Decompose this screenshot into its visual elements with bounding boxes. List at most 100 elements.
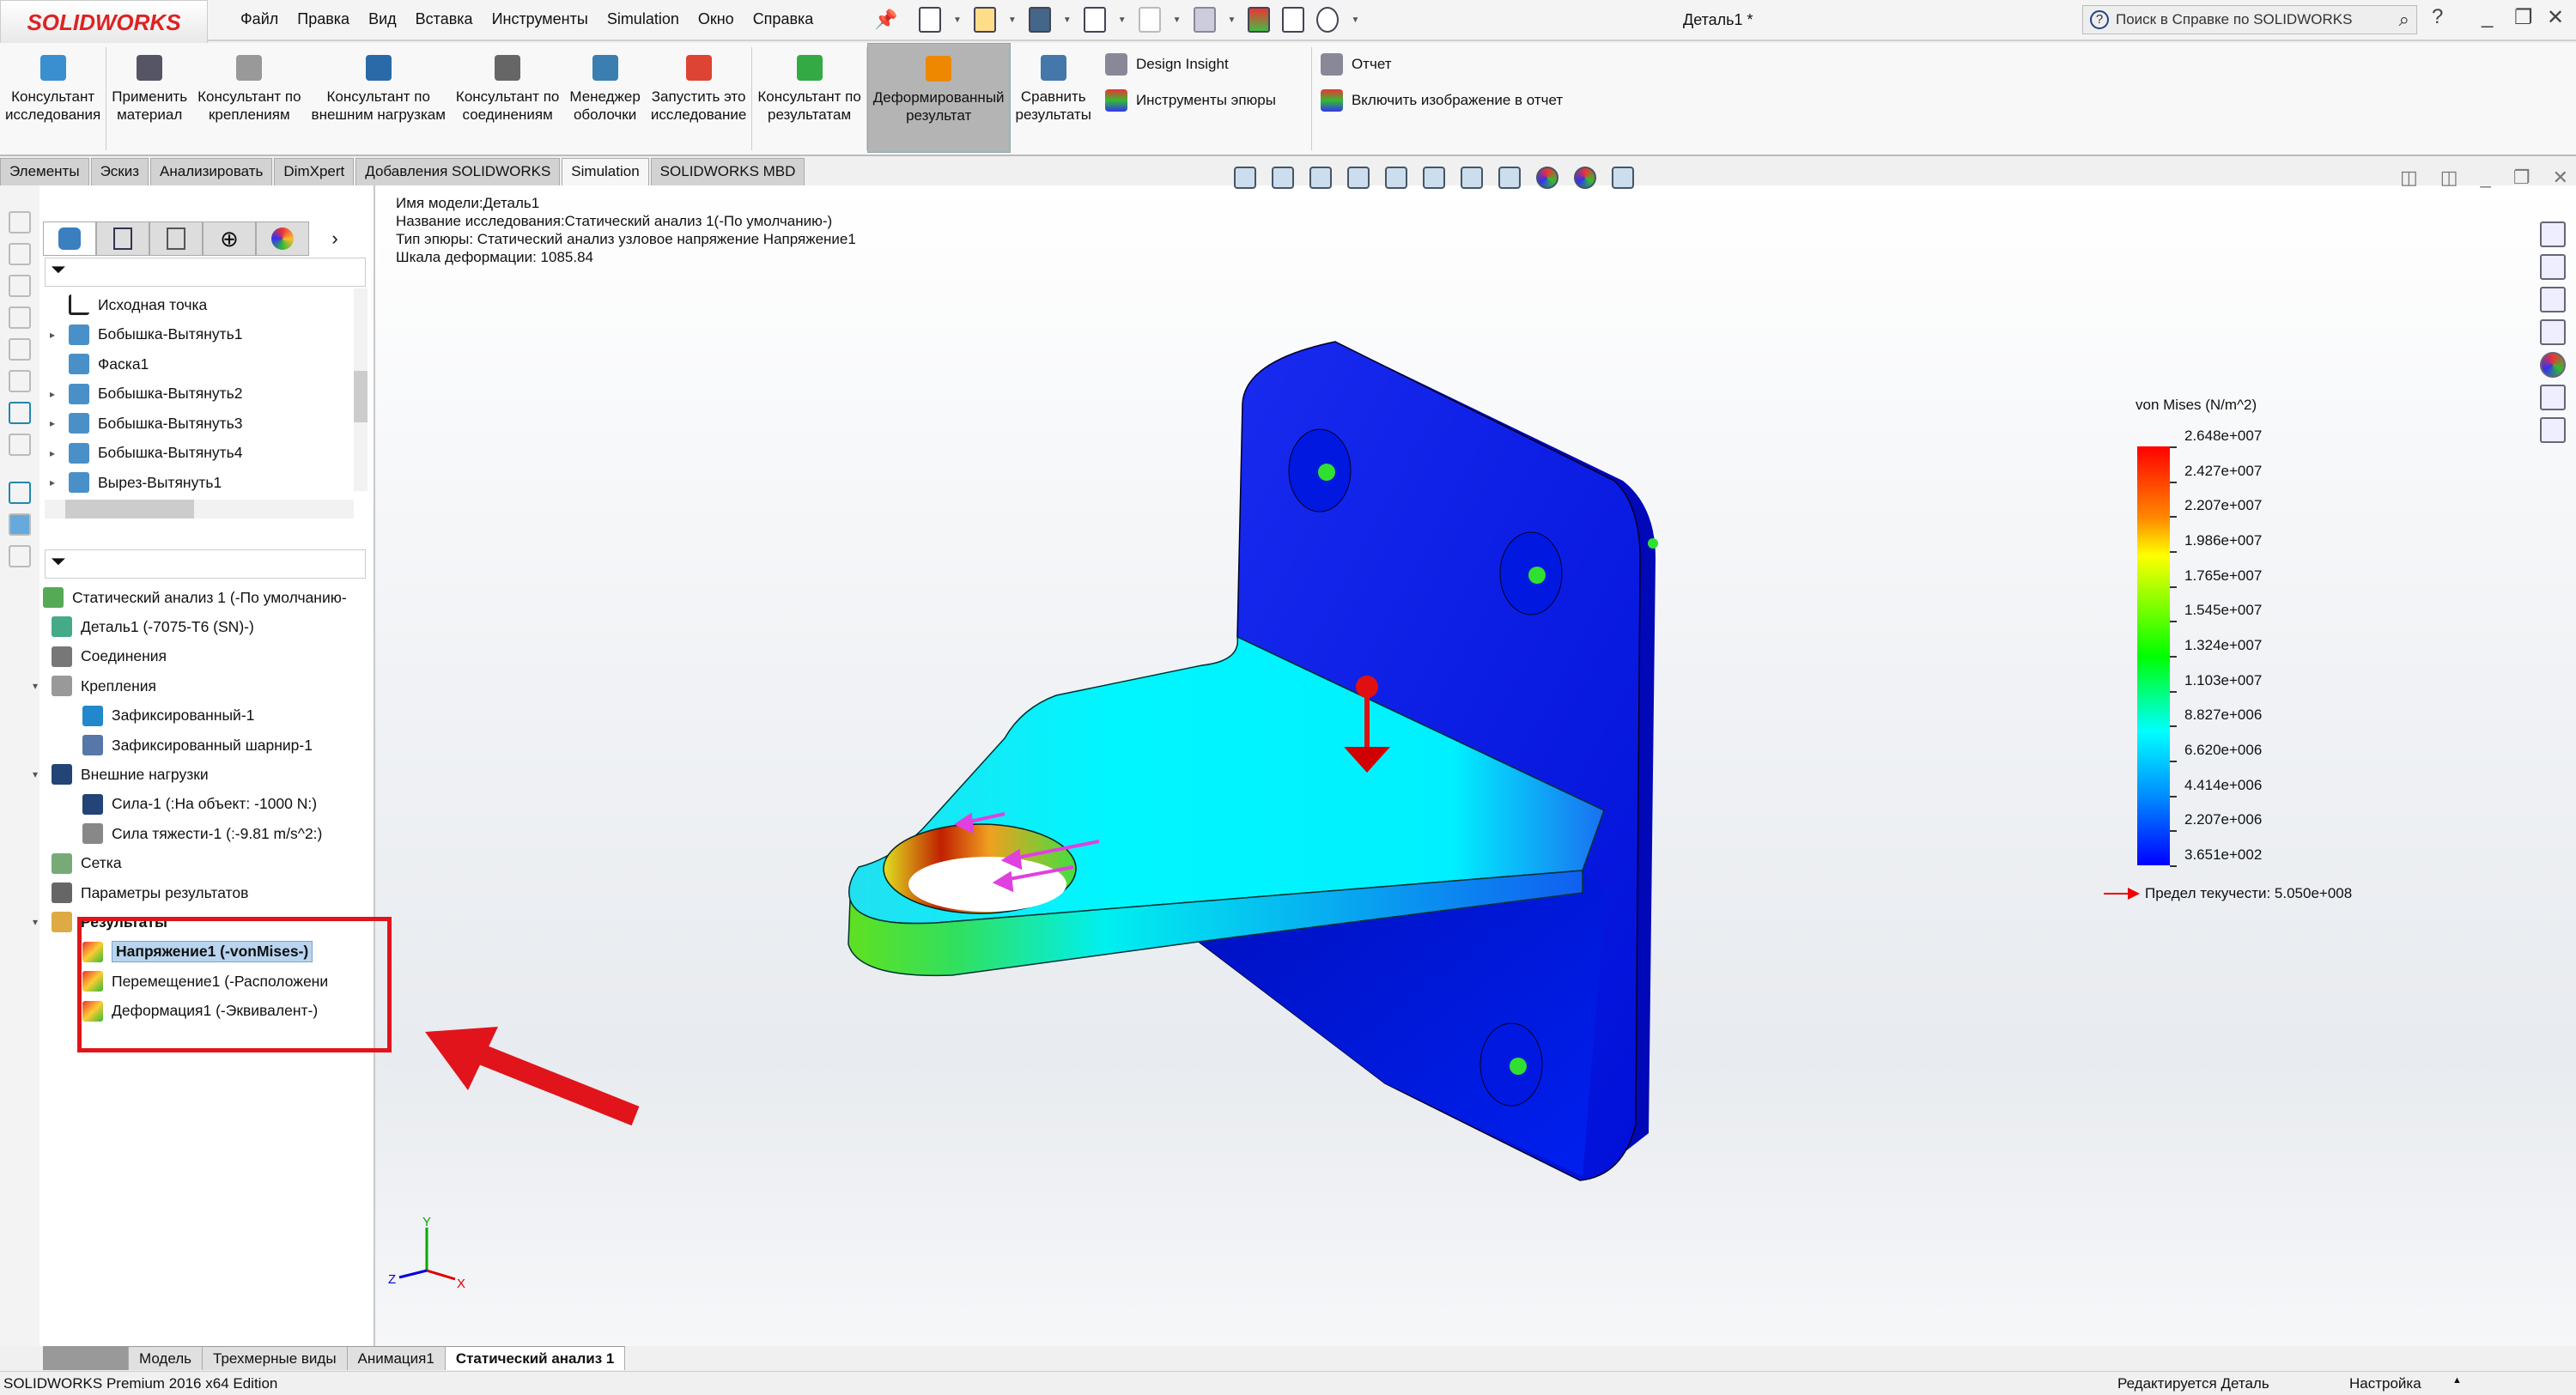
view-cube-icon[interactable] <box>9 243 31 265</box>
collapse-arrow-icon[interactable]: ▾ <box>33 916 43 928</box>
display-manager-tab[interactable] <box>256 221 309 256</box>
view-cube-icon[interactable] <box>9 370 31 392</box>
appearances-icon[interactable] <box>2540 352 2566 378</box>
collapse-arrow-icon[interactable]: ▾ <box>33 680 43 692</box>
feature-tree-item[interactable]: ▸ Бобышка-Вытянуть4 <box>50 440 242 466</box>
legend-tick-label: 2.427e+007 <box>2184 462 2263 479</box>
collapse-arrow-icon[interactable]: ▾ <box>33 768 43 780</box>
dimxpert-manager-tab[interactable]: ⊕ <box>203 221 256 256</box>
tools-icon[interactable] <box>9 434 31 456</box>
legend-title: von Mises (N/m^2) <box>2136 397 2257 413</box>
units-settings[interactable]: Настройка <box>2349 1375 2421 1392</box>
property-manager-tab[interactable] <box>96 221 149 256</box>
legend-tick-label: 8.827e+006 <box>2184 707 2263 724</box>
feature-filter[interactable]: ⏷ <box>45 258 366 287</box>
feature-tree-item[interactable]: ▸ Бобышка-Вытянуть1 <box>50 322 242 348</box>
legend-tick <box>2170 830 2177 833</box>
home-icon[interactable] <box>2540 221 2566 247</box>
view-cube-icon[interactable] <box>9 306 31 329</box>
expand-arrow-icon[interactable]: ▸ <box>50 447 60 459</box>
feature-tree-item[interactable]: Фаска1 <box>50 351 149 377</box>
study-tree-item[interactable]: Зафиксированный-1 <box>64 703 254 729</box>
legend-tick-label: 3.651e+002 <box>2184 846 2263 863</box>
legend-tick-label: 1.545e+007 <box>2184 602 2263 619</box>
filter-icon: ⏷ <box>51 258 66 280</box>
legend-tick <box>2170 656 2177 658</box>
expand-arrow-icon[interactable]: ▸ <box>50 476 60 488</box>
expand-arrow-icon[interactable]: ▸ <box>50 417 60 429</box>
study-item-label: Сила-1 (:На объект: -1000 N:) <box>112 795 318 813</box>
legend-color-bar[interactable] <box>2137 446 2170 865</box>
legend-tick <box>2170 621 2177 623</box>
feature-icon <box>69 354 89 374</box>
study-tree-item[interactable]: ▾ Крепления <box>33 673 156 699</box>
study-tree-item[interactable]: Соединения <box>33 644 167 670</box>
study-tree-item[interactable]: Сетка <box>33 851 122 876</box>
chevron-right-icon[interactable]: › <box>309 221 361 256</box>
study-tree-item[interactable]: ▾ Внешние нагрузки <box>33 761 209 787</box>
study-filter[interactable]: ⏷ <box>45 549 366 579</box>
study-item-icon <box>82 735 103 755</box>
filter-icon: ⏷ <box>51 550 66 572</box>
chevron-up-icon[interactable]: ▲ <box>2452 1375 2462 1386</box>
legend-tick <box>2170 585 2177 588</box>
study-tree-item[interactable]: Сила тяжести-1 (:-9.81 m/s^2:) <box>64 821 322 846</box>
feature-manager-tab[interactable] <box>43 221 96 256</box>
bottom-tab[interactable]: Анимация1 <box>347 1347 446 1370</box>
forum-icon[interactable] <box>2540 417 2566 443</box>
tree-vertical-scrollbar[interactable] <box>354 288 368 491</box>
legend-tick-label: 1.103e+007 <box>2184 671 2263 688</box>
sketch-icon[interactable] <box>9 402 31 424</box>
bottom-tab[interactable]: Статический анализ 1 <box>445 1347 626 1370</box>
bottom-tab[interactable]: Трехмерные виды <box>203 1347 348 1370</box>
status-bar: SOLIDWORKS Premium 2016 x64 Edition Реда… <box>0 1371 2576 1395</box>
configuration-manager-tab[interactable] <box>149 221 203 256</box>
legend-tick <box>2170 551 2177 553</box>
study-item-icon <box>43 587 64 608</box>
lug-hole <box>908 857 1066 912</box>
study-name: Название исследования:Статический анализ… <box>396 213 833 229</box>
view-cube-icon[interactable] <box>9 211 31 234</box>
feature-icon <box>69 442 89 464</box>
study-item-label: Зафиксированный-1 <box>112 707 255 725</box>
sim-panel-icon[interactable] <box>9 482 31 504</box>
study-item-icon <box>52 882 72 903</box>
tree-horizontal-scrollbar[interactable] <box>45 500 354 519</box>
triad-y-label: Y <box>422 1215 431 1229</box>
feature-tree-item[interactable]: ▸ Бобышка-Вытянуть3 <box>50 410 242 436</box>
study-tree-item[interactable]: Зафиксированный шарнир-1 <box>64 732 313 758</box>
study-tree-item[interactable]: Деталь1 (-7075-T6 (SN)-) <box>33 614 254 640</box>
deformation-scale: Шкала деформации: 1085.84 <box>396 249 593 265</box>
custom-properties-icon[interactable] <box>2540 385 2566 410</box>
study-item-icon <box>52 676 72 697</box>
bottom-tab[interactable]: Модель <box>129 1347 204 1370</box>
feature-icon <box>69 472 89 493</box>
file-explorer-icon[interactable] <box>2540 287 2566 312</box>
edition-label: SOLIDWORKS Premium 2016 x64 Edition <box>3 1375 278 1392</box>
triad-z-label: Z <box>388 1272 396 1287</box>
tab-scroll-arrows[interactable] <box>43 1347 129 1370</box>
feature-label: Бобышка-Вытянуть2 <box>98 385 243 402</box>
study-item-icon <box>82 793 103 815</box>
view-cube-icon[interactable] <box>9 338 31 361</box>
view-palette-icon[interactable] <box>2540 319 2566 345</box>
feature-tree-item[interactable]: ▸ Вырез-Вытянуть1 <box>50 470 222 495</box>
study-item-icon <box>52 764 72 785</box>
expand-arrow-icon[interactable]: ▸ <box>50 388 60 400</box>
part-icon[interactable] <box>9 513 31 536</box>
view-cube-icon[interactable] <box>9 275 31 297</box>
study-tree-item[interactable]: Статический анализ 1 (-По умолчанию- <box>43 585 347 610</box>
stress-plot-model[interactable]: Y X Z <box>0 0 2576 1395</box>
expand-arrow-icon[interactable]: ▸ <box>50 329 60 341</box>
resources-icon[interactable] <box>2540 254 2566 280</box>
feature-tree-item[interactable]: Исходная точка <box>50 292 207 318</box>
study-item-icon <box>82 705 103 726</box>
study-tree-item[interactable]: Параметры результатов <box>33 880 248 906</box>
legend-tick-label: 1.324e+007 <box>2184 637 2263 653</box>
feature-tree-item[interactable]: ▸ Бобышка-Вытянуть2 <box>50 381 242 407</box>
study-tree-item[interactable]: Сила-1 (:На объект: -1000 N:) <box>64 792 317 817</box>
legend-tick <box>2170 446 2177 448</box>
feature-label: Вырез-Вытянуть1 <box>98 473 222 491</box>
study-item-label: Деталь1 (-7075-T6 (SN)-) <box>81 617 254 635</box>
cut-icon[interactable] <box>9 545 31 567</box>
